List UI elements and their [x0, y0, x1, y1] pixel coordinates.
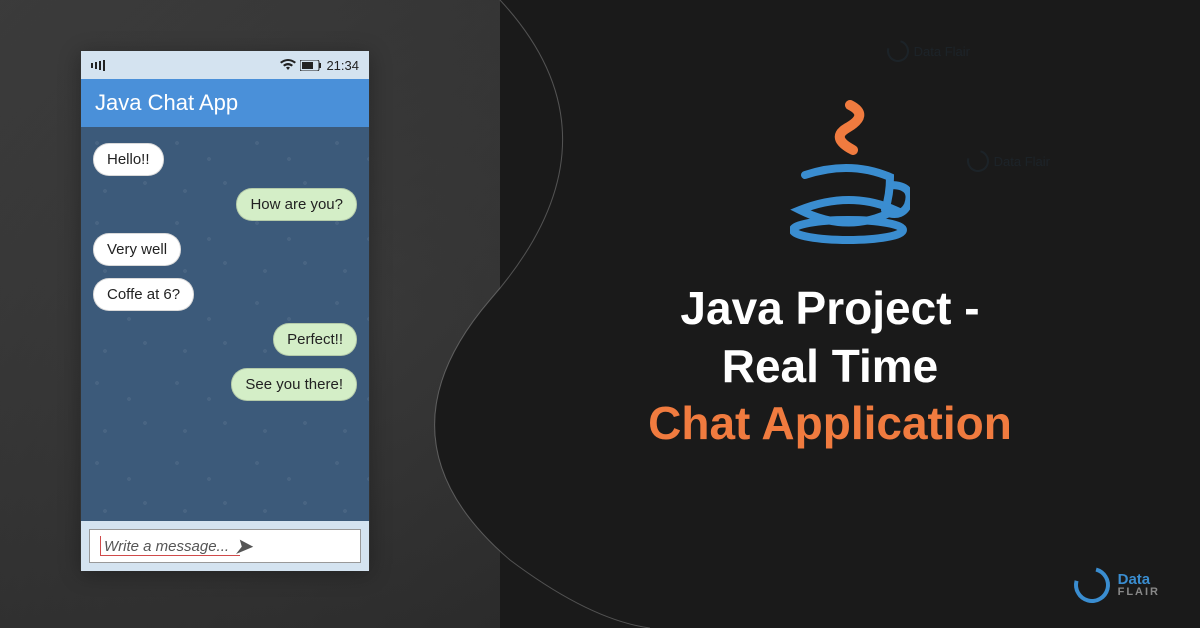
brand-logo: Data FLAIR — [1074, 567, 1160, 603]
input-bar: Write a message... ➤ — [81, 521, 369, 571]
app-header: Java Chat App — [81, 79, 369, 127]
title-line-3: Chat Application — [550, 395, 1110, 453]
status-time: 21:34 — [326, 58, 359, 73]
input-placeholder: Write a message... — [104, 538, 229, 555]
watermark: Data Flair — [967, 150, 1050, 172]
signal-icon — [91, 60, 105, 71]
chat-bubble: Perfect!! — [273, 323, 357, 356]
watermark: Data Flair — [887, 40, 970, 62]
main-title: Java Project - Real Time Chat Applicatio… — [550, 280, 1110, 453]
chat-bubble: Hello!! — [93, 143, 164, 176]
brand-name-2: FLAIR — [1118, 587, 1160, 598]
brand-icon — [1074, 567, 1110, 603]
chat-bubble: Very well — [93, 233, 181, 266]
java-logo-icon — [780, 100, 920, 250]
chat-bubble: See you there! — [231, 368, 357, 401]
title-line-2: Real Time — [550, 338, 1110, 396]
phone-mockup: 21:34 Java Chat App Hello!! How are you?… — [80, 50, 370, 570]
status-bar: 21:34 — [81, 51, 369, 79]
send-icon[interactable]: ➤ — [235, 534, 252, 559]
brand-name-1: Data — [1118, 572, 1160, 587]
app-title: Java Chat App — [95, 90, 238, 116]
chat-bubble: How are you? — [236, 188, 357, 221]
battery-icon — [300, 60, 322, 71]
message-input[interactable]: Write a message... ➤ — [89, 529, 361, 563]
chat-bubble: Coffe at 6? — [93, 278, 194, 311]
title-line-1: Java Project - — [550, 280, 1110, 338]
chat-area: Hello!! How are you? Very well Coffe at … — [81, 127, 369, 521]
wifi-icon — [280, 59, 296, 71]
